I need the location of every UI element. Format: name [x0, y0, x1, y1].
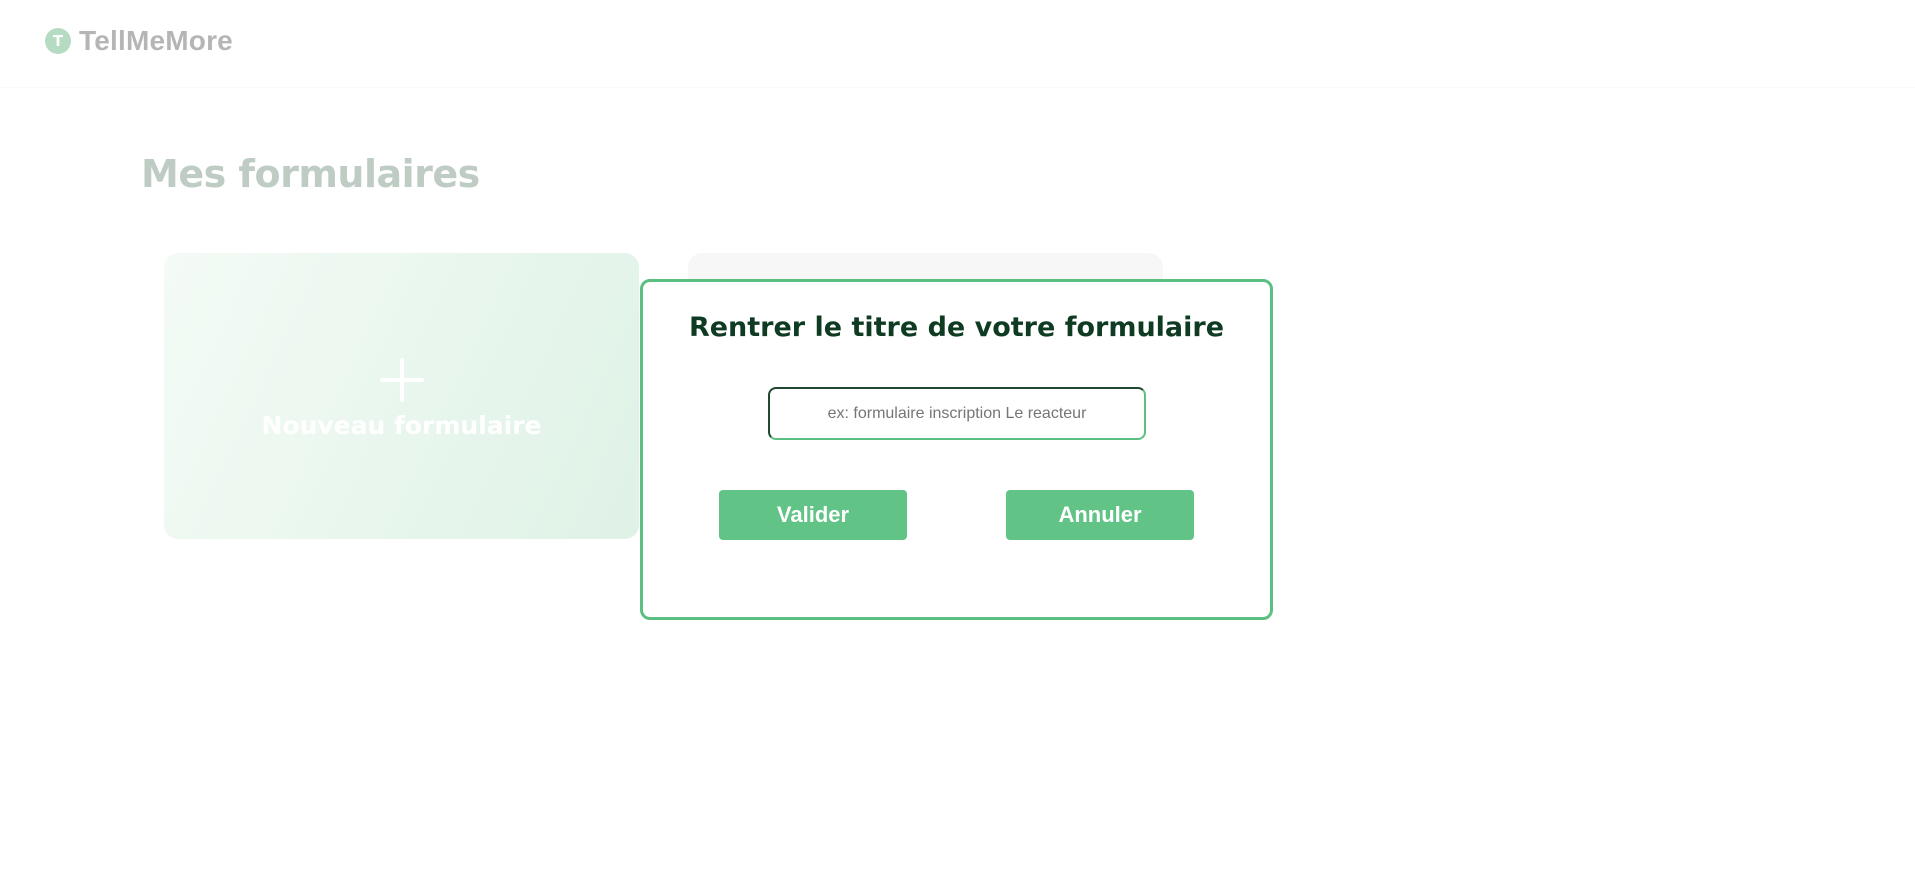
create-form-modal: Rentrer le titre de votre formulaire Val…: [640, 279, 1273, 620]
new-form-label: Nouveau formulaire: [261, 411, 542, 440]
modal-title: Rentrer le titre de votre formulaire: [688, 312, 1225, 343]
new-form-card[interactable]: Nouveau formulaire: [164, 253, 639, 539]
plus-icon: [379, 358, 424, 402]
page: T TellMeMore Mes formulaires Nouveau for…: [0, 0, 1915, 896]
cancel-button[interactable]: Annuler: [1006, 490, 1194, 540]
page-title: Mes formulaires: [141, 152, 480, 196]
form-title-input[interactable]: [768, 387, 1146, 440]
validate-button[interactable]: Valider: [719, 490, 907, 540]
